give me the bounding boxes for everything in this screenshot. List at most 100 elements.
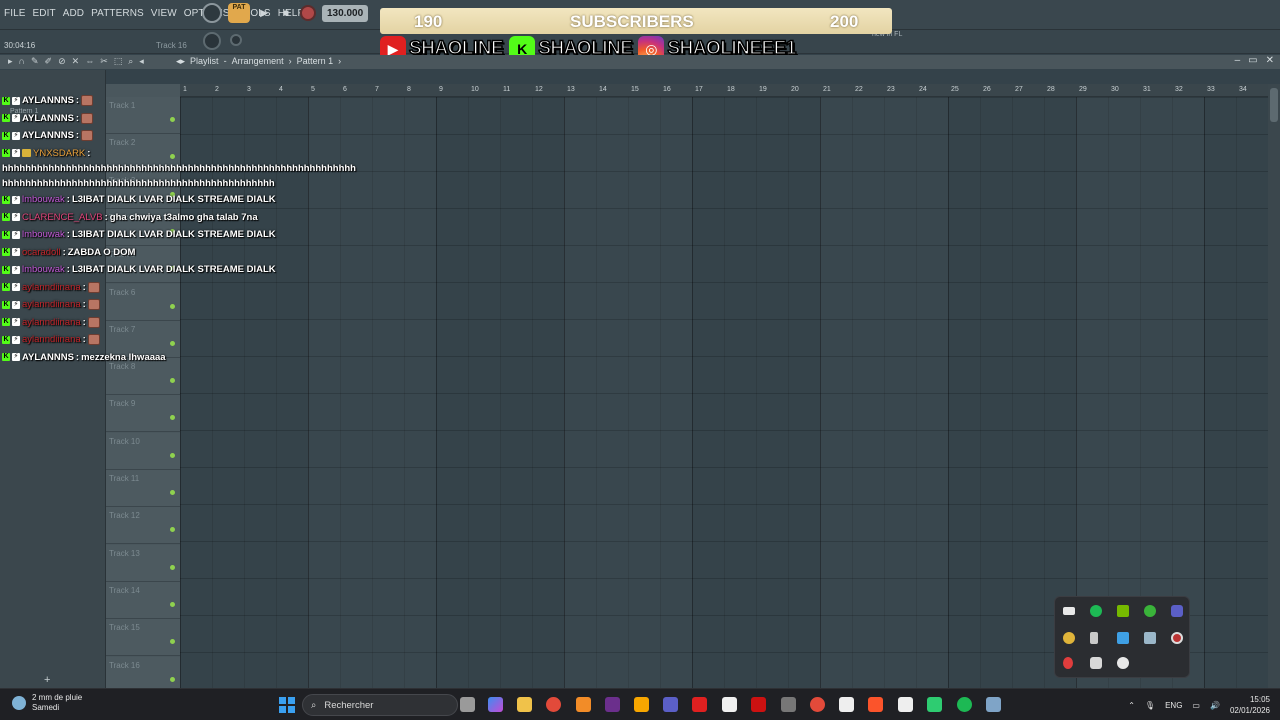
slip-icon[interactable]: ⇔ — [85, 56, 94, 67]
microphone-icon[interactable]: 🎙 — [1145, 701, 1155, 710]
record-icon[interactable] — [300, 5, 316, 21]
chat-username[interactable]: lmbouwak — [22, 261, 65, 279]
vertical-scrollbar[interactable] — [1268, 84, 1280, 688]
record-tray-icon[interactable] — [1171, 632, 1183, 644]
breadcrumb-pattern[interactable]: Pattern 1 — [297, 56, 334, 67]
vs-icon[interactable] — [605, 697, 620, 712]
vpn-icon[interactable] — [1117, 632, 1129, 644]
chat-username[interactable]: lmbouwak — [22, 191, 65, 209]
fl-studio-icon[interactable] — [634, 697, 649, 712]
track-led-icon[interactable] — [170, 676, 175, 682]
tempo-display[interactable]: 130.000 — [322, 4, 369, 22]
chat-username[interactable]: AYLANNNS — [22, 110, 74, 128]
track-led-icon[interactable] — [170, 415, 175, 421]
track-header[interactable]: Track 15 — [106, 619, 180, 657]
track-header[interactable]: Track 12 — [106, 507, 180, 545]
menu-edit[interactable]: EDIT — [33, 8, 56, 19]
scroll-thumb[interactable] — [1270, 88, 1278, 122]
pattern-song-toggle[interactable]: PAT — [228, 3, 250, 23]
track-led-icon[interactable] — [170, 452, 175, 458]
menu-file[interactable]: FILE — [4, 8, 26, 19]
app-taskbar-icon[interactable] — [781, 697, 796, 712]
fn-icon[interactable] — [722, 697, 737, 712]
discord-icon[interactable] — [1090, 657, 1102, 669]
browser-taskbar-icon[interactable] — [810, 697, 825, 712]
chat-username[interactable]: YNXSDARK — [33, 145, 85, 163]
chrome-icon[interactable] — [546, 697, 561, 712]
pencil-icon[interactable]: ✎ — [31, 56, 39, 67]
weather-widget[interactable]: 2 mm de pluie Samedi — [12, 693, 82, 713]
add-icon[interactable]: + — [44, 674, 50, 686]
teams-icon[interactable] — [1171, 605, 1183, 617]
master-volume-knob[interactable] — [203, 32, 221, 50]
chat-username[interactable]: AYLANNNS — [22, 127, 74, 145]
close-icon[interactable]: ✕ — [1266, 55, 1274, 66]
maximize-icon[interactable]: ▭ — [1248, 55, 1257, 66]
app-green-icon[interactable] — [927, 697, 942, 712]
arrow-left-icon[interactable]: ◂▸ — [176, 56, 185, 67]
chevron-up-icon[interactable]: ⌃ — [1128, 701, 1135, 710]
chat-username[interactable]: CLARENCE_ALVB — [22, 209, 103, 227]
speaker-icon[interactable]: ◂ — [139, 56, 144, 67]
taskbar-search[interactable]: ⌕ Rechercher — [302, 694, 458, 716]
select-icon[interactable]: ⬚ — [114, 56, 123, 67]
task-view-icon[interactable] — [460, 697, 475, 712]
network-icon[interactable]: ▭ — [1192, 701, 1200, 710]
arrow-icon[interactable]: ▸ — [8, 56, 13, 67]
minimize-icon[interactable]: – — [1235, 55, 1241, 66]
track-header[interactable]: Track 9 — [106, 395, 180, 433]
slice-icon[interactable]: ✂ — [100, 56, 108, 67]
calculator-icon[interactable] — [986, 697, 1001, 712]
chat-username[interactable]: lmbouwak — [22, 226, 65, 244]
menu-add[interactable]: ADD — [63, 8, 84, 19]
track-led-icon[interactable] — [170, 378, 175, 384]
teams-taskbar-icon[interactable] — [663, 697, 678, 712]
track-led-icon[interactable] — [170, 564, 175, 570]
track-led-icon[interactable] — [170, 601, 175, 607]
bluetooth-icon[interactable] — [1144, 632, 1156, 644]
track-header[interactable]: Track 10 — [106, 432, 180, 470]
chat-username[interactable]: AYLANNNS — [22, 349, 74, 367]
youtube-taskbar-icon[interactable] — [692, 697, 707, 712]
breadcrumb-arrangement[interactable]: Arrangement — [232, 56, 284, 67]
steam-icon[interactable] — [1117, 657, 1129, 669]
play-icon[interactable]: ▶ — [256, 8, 272, 19]
copilot-icon[interactable] — [488, 697, 503, 712]
chat-username[interactable]: AYLANNNS — [22, 92, 74, 110]
track-header[interactable]: Track 11 — [106, 470, 180, 507]
volume-icon[interactable]: 🔊 — [1210, 701, 1220, 710]
stop-icon[interactable]: ■ — [278, 8, 294, 19]
spotify-taskbar-icon[interactable] — [957, 697, 972, 712]
track-led-icon[interactable] — [170, 490, 175, 495]
start-button[interactable] — [279, 697, 295, 713]
mute-icon[interactable]: ✕ — [72, 56, 80, 67]
spotify-icon[interactable] — [1090, 605, 1102, 617]
chat-username[interactable]: aylanndiinana — [22, 279, 81, 297]
xm-icon[interactable] — [839, 697, 854, 712]
track-led-icon[interactable] — [170, 527, 175, 533]
mail-icon[interactable] — [1063, 607, 1075, 615]
blender-icon[interactable] — [576, 697, 591, 712]
master-pitch-knob[interactable] — [230, 34, 242, 46]
chat-username[interactable]: aylanndiinana — [22, 314, 81, 332]
menu-patterns[interactable]: PATTERNS — [91, 8, 144, 19]
chat-username[interactable]: aylanndiinana — [22, 296, 81, 314]
track-header[interactable]: Track 13 — [106, 544, 180, 582]
chat-username[interactable]: ocaradoll — [22, 244, 61, 262]
xbox-icon[interactable] — [1144, 605, 1156, 617]
cursor-icon[interactable] — [1090, 632, 1098, 644]
app-icon[interactable] — [1063, 632, 1075, 644]
tiktok-icon[interactable] — [898, 697, 913, 712]
delete-icon[interactable]: ⊘ — [58, 56, 66, 67]
magnet-icon[interactable]: ∩ — [19, 56, 25, 67]
netflix-icon[interactable] — [751, 697, 766, 712]
file-explorer-icon[interactable] — [517, 697, 532, 712]
zoom-icon[interactable]: ⌕ — [128, 56, 133, 67]
shield-icon[interactable] — [1063, 657, 1073, 669]
menu-view[interactable]: VIEW — [151, 8, 177, 19]
nvidia-icon[interactable] — [1117, 605, 1129, 617]
track-led-icon[interactable] — [170, 639, 175, 645]
language-indicator[interactable]: ENG — [1165, 701, 1182, 710]
brave-icon[interactable] — [868, 697, 883, 712]
paint-icon[interactable]: ✐ — [45, 56, 53, 67]
